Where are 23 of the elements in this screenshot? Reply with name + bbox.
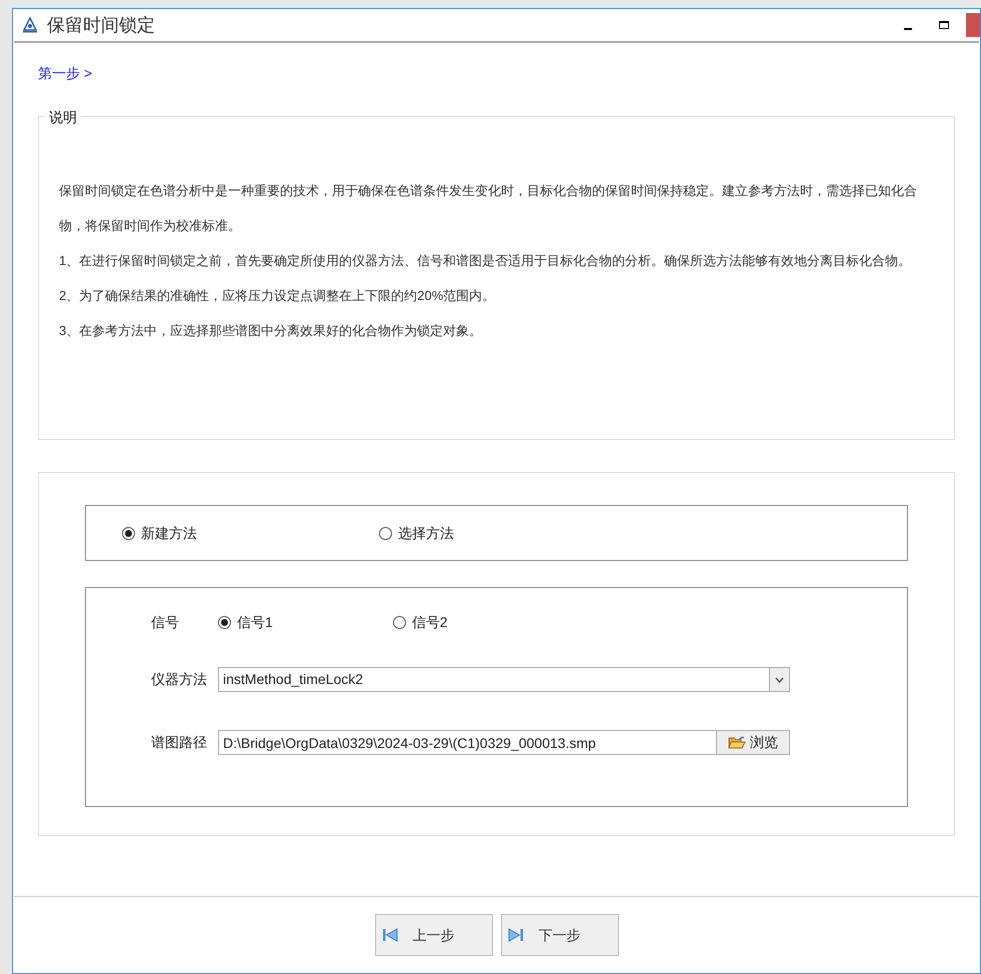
instrument-method-label: 仪器方法 xyxy=(151,670,208,689)
signal-label: 信号 xyxy=(151,613,180,632)
description-paragraph: 保留时间锁定在色谱分析中是一种重要的技术，用于确保在色谱条件发生变化时，目标化合物的保留时间保持稳定。建立参考方法时，需选择已知化合物，将保留时间作为校准标准。 xyxy=(59,182,918,235)
nav-button[interactable]: 下一步 xyxy=(500,914,618,956)
instrument-method-dropdown[interactable]: instMethod_timeLock2 xyxy=(218,667,790,692)
window-title: 保留时间锁定 xyxy=(47,14,155,36)
skip-forward-icon xyxy=(508,928,524,942)
radio-option[interactable]: 新建方法 xyxy=(122,522,197,544)
description-paragraph: 1、在进行保留时间锁定之前，首先要确定所使用的仪器方法、信号和谱图是否适用于目标化合物的分析。确保所选方法能够有效地分离目标化合物。 xyxy=(59,252,912,270)
app-logo-icon xyxy=(21,16,39,34)
chevron-down-icon xyxy=(775,676,784,682)
browse-button[interactable]: 浏览 xyxy=(717,730,790,755)
radio-option[interactable]: 信号2 xyxy=(392,612,448,633)
description-paragraph: 3、在参考方法中，应选择那些谱图中分离效果好的化合物作为锁定对象。 xyxy=(59,322,484,340)
skip-back-icon xyxy=(382,928,398,942)
path-input-field[interactable]: D:\Bridge\OrgData\0329\2024-03-29\(C1)0329_000013.smp xyxy=(218,730,717,755)
description-paragraph: 2、为了确保结果的准确性，应将压力设定点调整在上下限的约20%范围内。 xyxy=(59,287,496,305)
breadcrumb-link[interactable]: 第一步 > xyxy=(38,63,955,84)
chromatogram-path-label: 谱图路径 xyxy=(151,733,208,752)
radio-option[interactable]: 信号1 xyxy=(218,612,273,633)
nav-button[interactable]: 上一步 xyxy=(374,914,492,956)
radio-option[interactable]: 选择方法 xyxy=(379,522,454,544)
folder-icon xyxy=(728,735,746,750)
